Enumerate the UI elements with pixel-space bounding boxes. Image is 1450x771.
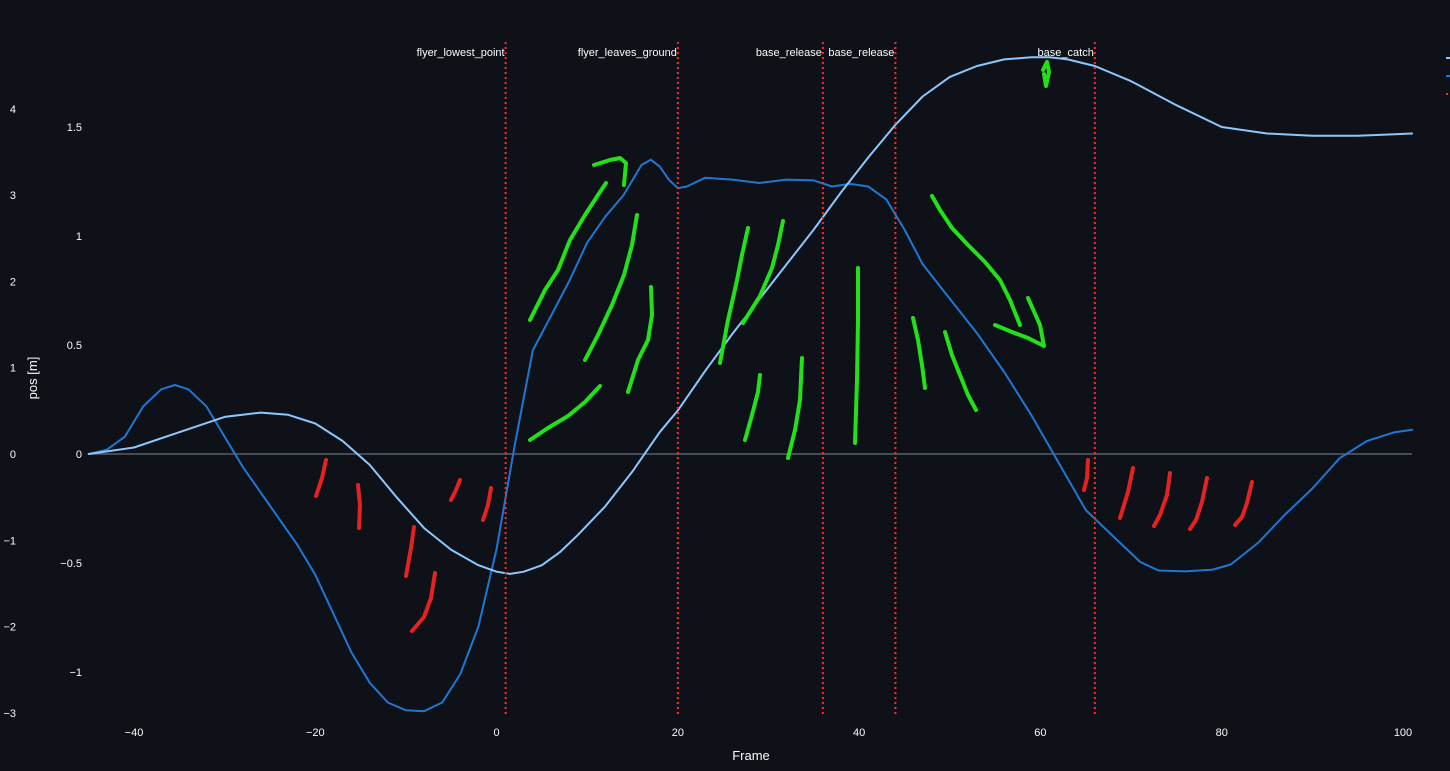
green-annotation-stroke bbox=[930, 194, 1022, 327]
drawn-annotations-layer bbox=[314, 60, 1254, 633]
y-left-tick-label: −1 bbox=[3, 535, 16, 547]
green-annotation-stroke bbox=[853, 266, 860, 445]
y-left-tick-label: 4 bbox=[10, 104, 16, 116]
green-annotation-stroke bbox=[743, 373, 762, 442]
green-annotation-stroke bbox=[911, 316, 927, 390]
red-annotation-stroke bbox=[1188, 476, 1209, 531]
event-label: base_release bbox=[756, 47, 822, 59]
event-markers-layer: flyer_lowest_point flyer_leaves_ground bas… bbox=[417, 42, 1096, 715]
y-left-tick-label: −3 bbox=[3, 708, 16, 720]
y-left-tick-label: 3 bbox=[10, 190, 16, 202]
y-right-tick-label: 0 bbox=[76, 449, 82, 461]
green-annotation-stroke bbox=[786, 356, 804, 460]
red-annotation-stroke bbox=[356, 483, 362, 530]
green-annotation-stroke bbox=[528, 384, 602, 442]
x-tick-label: 80 bbox=[1216, 727, 1228, 739]
x-tick-label: 60 bbox=[1034, 727, 1046, 739]
x-tick-label: 100 bbox=[1394, 727, 1412, 739]
event-label: base_catch bbox=[1038, 47, 1094, 59]
series-line-2 bbox=[87, 56, 1414, 575]
series-layer bbox=[87, 56, 1414, 713]
series-line-1 bbox=[87, 158, 1414, 713]
green-annotation-stroke bbox=[626, 285, 654, 394]
y-left-tick-label: −2 bbox=[3, 622, 16, 634]
x-tick-label: 0 bbox=[494, 727, 500, 739]
x-tick-label: −40 bbox=[125, 727, 144, 739]
x-axis-title: Frame bbox=[732, 748, 770, 763]
x-tick-label: 20 bbox=[672, 727, 684, 739]
y-right-tick-label: 1.5 bbox=[67, 122, 82, 134]
y-axis-title: pos [m] bbox=[25, 357, 40, 400]
red-annotation-stroke bbox=[1118, 466, 1135, 520]
red-annotation-stroke bbox=[1152, 471, 1172, 528]
red-annotation-stroke bbox=[1233, 480, 1254, 527]
event-label: flyer_leaves_ground bbox=[578, 47, 677, 59]
chart-svg: −40 −20 0 20 40 60 80 100 −3 −2 −1 0 1 2 3 4 −1 −0.5 0 0.5 1… bbox=[3, 42, 1450, 763]
y-right-tick-label: −1 bbox=[69, 667, 82, 679]
red-annotation-stroke bbox=[449, 478, 462, 502]
y-right-tick-label: 0.5 bbox=[67, 340, 82, 352]
green-annotation-stroke bbox=[741, 219, 785, 325]
event-label: flyer_lowest_point bbox=[417, 47, 505, 59]
event-label: base_release bbox=[828, 47, 894, 59]
green-annotation-stroke bbox=[1041, 60, 1051, 88]
y-left-tick-label: 1 bbox=[10, 363, 16, 375]
x-tick-label: −20 bbox=[306, 727, 325, 739]
legend[interactable] bbox=[1446, 57, 1450, 95]
green-annotation-stroke bbox=[718, 226, 750, 365]
green-annotation-stroke bbox=[528, 181, 608, 322]
red-annotation-stroke bbox=[314, 458, 328, 498]
green-annotation-stroke bbox=[583, 213, 639, 362]
red-annotation-stroke bbox=[1082, 458, 1090, 492]
y-left-tick-label: 2 bbox=[10, 276, 16, 288]
green-annotation-stroke bbox=[943, 330, 978, 412]
red-annotation-stroke bbox=[404, 525, 416, 578]
x-tick-label: 40 bbox=[853, 727, 865, 739]
y-left-tick-label: 0 bbox=[10, 449, 16, 461]
y-right-tick-label: 1 bbox=[76, 231, 82, 243]
y-right-tick-label: −0.5 bbox=[60, 558, 82, 570]
red-annotation-stroke bbox=[410, 571, 437, 633]
red-annotation-stroke bbox=[481, 486, 493, 522]
green-annotation-stroke bbox=[592, 156, 628, 187]
